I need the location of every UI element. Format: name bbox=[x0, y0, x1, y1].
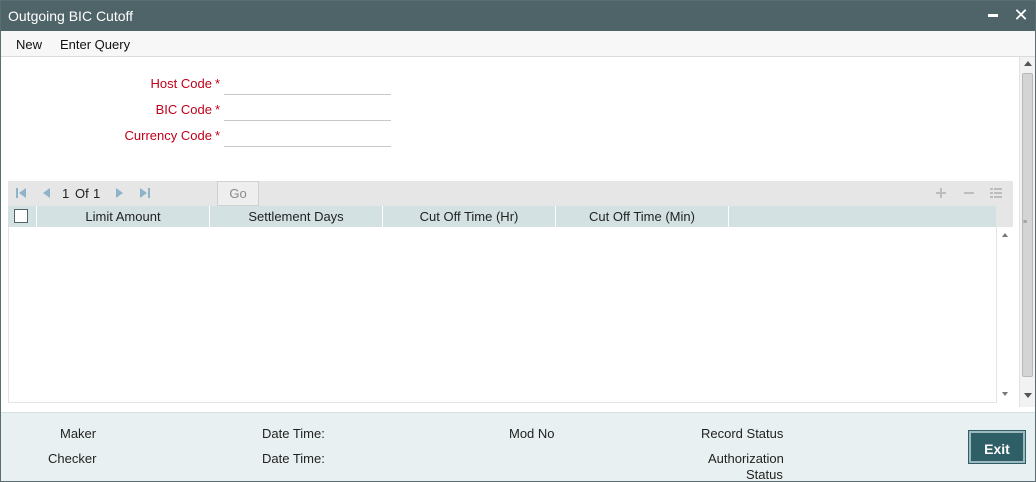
maker-date-time-label: Date Time: bbox=[262, 426, 325, 441]
minimize-icon bbox=[988, 14, 998, 17]
menu-item-new[interactable]: New bbox=[16, 37, 42, 52]
grip-icon: ≡ bbox=[1023, 219, 1028, 226]
last-page-icon[interactable] bbox=[139, 187, 151, 199]
first-page-icon[interactable] bbox=[15, 187, 27, 199]
column-header-settlement-days[interactable]: Settlement Days bbox=[210, 206, 383, 227]
audit-footer: Maker Checker Date Time: Date Time: Mod … bbox=[1, 412, 1035, 482]
grid-header-cap bbox=[996, 206, 1013, 227]
title-bar: Outgoing BIC Cutoff ✕ bbox=[1, 1, 1035, 31]
minimize-button[interactable] bbox=[983, 5, 1003, 25]
window-title: Outgoing BIC Cutoff bbox=[8, 8, 134, 24]
grid-body bbox=[8, 227, 996, 403]
exit-button[interactable]: Exit bbox=[969, 431, 1025, 463]
add-row-icon[interactable] bbox=[934, 186, 948, 200]
host-code-label-wrap: Host Code * bbox=[1, 76, 220, 94]
host-code-label: Host Code * bbox=[150, 76, 220, 91]
column-header-cut-off-time-min[interactable]: Cut Off Time (Min) bbox=[556, 206, 729, 227]
grid-scrollbar[interactable] bbox=[996, 227, 1013, 403]
bic-code-input[interactable] bbox=[224, 101, 391, 121]
scroll-up-arrow-icon[interactable] bbox=[1024, 61, 1032, 66]
maker-label: Maker bbox=[60, 426, 97, 441]
required-mark: * bbox=[214, 76, 220, 91]
close-icon: ✕ bbox=[1013, 5, 1029, 25]
go-button[interactable]: Go bbox=[217, 181, 259, 206]
grid-scroll-up-icon[interactable] bbox=[1002, 233, 1008, 237]
grid-toolbar: 1 Of 1 Go bbox=[8, 181, 1013, 206]
bic-code-label-wrap: BIC Code * bbox=[1, 102, 220, 120]
app-window: Outgoing BIC Cutoff ✕ New Enter Query Ho… bbox=[0, 0, 1036, 482]
currency-code-input[interactable] bbox=[224, 127, 391, 147]
required-mark: * bbox=[214, 128, 220, 143]
bic-code-label: BIC Code * bbox=[155, 102, 220, 117]
column-header-limit-amount[interactable]: Limit Amount bbox=[37, 206, 210, 227]
authorization-status-label-line2: Status bbox=[746, 467, 783, 482]
form-scrollbar[interactable]: ≡ bbox=[1019, 57, 1035, 407]
page-current: 1 bbox=[62, 186, 70, 201]
checker-date-time-label: Date Time: bbox=[262, 451, 325, 466]
next-page-icon[interactable] bbox=[114, 187, 126, 199]
row-details-icon[interactable] bbox=[989, 186, 1003, 200]
select-all-checkbox[interactable] bbox=[14, 209, 28, 223]
close-button[interactable]: ✕ bbox=[1011, 5, 1031, 25]
checker-label: Checker bbox=[48, 451, 97, 466]
previous-page-icon[interactable] bbox=[40, 187, 52, 199]
select-all-cell bbox=[8, 206, 37, 227]
menu-item-enter-query[interactable]: Enter Query bbox=[60, 37, 130, 52]
currency-code-label: Currency Code * bbox=[124, 128, 221, 143]
currency-code-label-wrap: Currency Code * bbox=[1, 128, 221, 146]
mod-no-label: Mod No bbox=[509, 426, 555, 441]
authorization-status-label-line1: Authorization bbox=[708, 451, 784, 466]
column-header-cut-off-time-hr[interactable]: Cut Off Time (Hr) bbox=[383, 206, 556, 227]
grid-scroll-down-icon[interactable] bbox=[1002, 392, 1008, 396]
host-code-input[interactable] bbox=[224, 75, 391, 95]
required-mark: * bbox=[214, 102, 220, 117]
record-status-label: Record Status bbox=[701, 426, 784, 441]
page-total: 1 bbox=[93, 186, 101, 201]
delete-row-icon[interactable] bbox=[962, 186, 976, 200]
menu-bar: New Enter Query bbox=[1, 31, 1035, 57]
grid-header: Limit Amount Settlement Days Cut Off Tim… bbox=[8, 206, 996, 227]
scroll-down-arrow-icon[interactable] bbox=[1024, 393, 1032, 398]
page-of-label: Of bbox=[75, 186, 89, 201]
